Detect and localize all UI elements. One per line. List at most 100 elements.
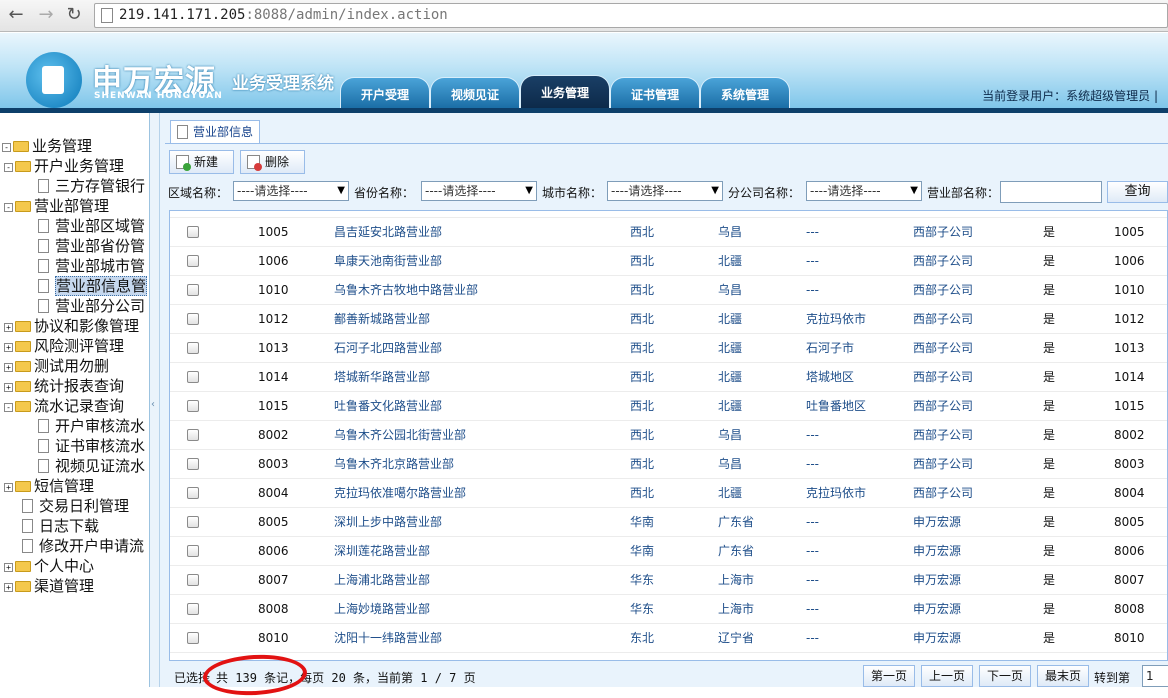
table-cell[interactable]: 北疆 — [718, 479, 742, 508]
table-cell[interactable]: --- — [806, 218, 819, 247]
reload-icon[interactable]: ↻ — [62, 4, 86, 28]
city-select[interactable]: ----请选择---- ▼ — [607, 181, 723, 201]
jump-page-input[interactable]: 1 — [1142, 665, 1168, 687]
table-cell[interactable]: 上海市 — [718, 595, 754, 624]
row-checkbox[interactable] — [187, 371, 199, 383]
table-cell[interactable]: 西北 — [630, 450, 654, 479]
table-cell[interactable]: 石河子北四路营业部 — [334, 334, 442, 363]
table-cell[interactable]: 石河子市 — [806, 334, 854, 363]
expand-icon[interactable]: + — [4, 343, 13, 352]
table-cell[interactable]: --- — [806, 276, 819, 305]
row-checkbox[interactable] — [187, 487, 199, 499]
sidebar-item[interactable]: 营业部省份管 — [38, 236, 145, 256]
table-cell[interactable]: 申万宏源 — [913, 508, 961, 537]
sidebar-item[interactable]: 日志下载 — [22, 516, 99, 536]
tab-certificate-management[interactable]: 证书管理 — [610, 77, 700, 108]
tab-open-account[interactable]: 开户受理 — [340, 77, 430, 108]
expand-icon[interactable]: + — [4, 563, 13, 572]
row-checkbox[interactable] — [187, 458, 199, 470]
table-cell[interactable]: 北疆 — [718, 247, 742, 276]
row-checkbox[interactable] — [187, 400, 199, 412]
table-cell[interactable]: 克拉玛依市 — [806, 305, 866, 334]
new-button[interactable]: 新建 — [169, 150, 234, 174]
table-cell[interactable]: 北疆 — [718, 363, 742, 392]
sidebar-item[interactable]: - 业务管理 — [2, 136, 92, 156]
table-cell[interactable]: 北疆 — [718, 392, 742, 421]
table-row[interactable]: 1005 昌吉延安北路营业部 西北 乌昌 --- 西部子公司 是 1005 — [170, 218, 1167, 247]
branch-company-select[interactable]: ----请选择---- ▼ — [806, 181, 922, 201]
table-cell[interactable]: 克拉玛依市 — [806, 479, 866, 508]
table-row[interactable]: 8007 上海浦北路营业部 华东 上海市 --- 申万宏源 是 8007 — [170, 566, 1167, 595]
table-row[interactable]: 1004 库尔勒塔里木南路营业部 西北 北疆 西部子公司 是 1004 — [170, 211, 1167, 218]
tab-system-management[interactable]: 系统管理 — [700, 77, 790, 108]
table-cell[interactable]: 西部子公司 — [913, 450, 973, 479]
row-checkbox[interactable] — [187, 545, 199, 557]
table-cell[interactable]: --- — [806, 624, 819, 653]
table-cell[interactable]: 华南 — [630, 508, 654, 537]
row-checkbox[interactable] — [187, 574, 199, 586]
row-checkbox[interactable] — [187, 632, 199, 644]
table-cell[interactable]: 华南 — [630, 537, 654, 566]
office-name-input[interactable] — [1000, 181, 1102, 203]
table-cell[interactable]: 塔城地区 — [806, 363, 854, 392]
table-cell[interactable]: 西北 — [630, 218, 654, 247]
sidebar-item[interactable]: - 营业部管理 — [4, 196, 109, 216]
table-cell[interactable]: 北疆 — [718, 305, 742, 334]
row-checkbox[interactable] — [187, 516, 199, 528]
sidebar-item[interactable]: 交易日利管理 — [22, 496, 129, 516]
collapse-icon[interactable]: - — [4, 163, 13, 172]
sidebar-item[interactable]: + 渠道管理 — [4, 576, 94, 596]
table-row[interactable]: 8006 深圳莲花路营业部 华南 广东省 --- 申万宏源 是 8006 — [170, 537, 1167, 566]
table-cell[interactable]: 西北 — [630, 305, 654, 334]
row-checkbox[interactable] — [187, 603, 199, 615]
table-cell[interactable]: 申万宏源 — [913, 537, 961, 566]
row-checkbox[interactable] — [187, 313, 199, 325]
sidebar-item[interactable]: 视频见证流水 — [38, 456, 145, 476]
tab-video-witness[interactable]: 视频见证 — [430, 77, 520, 108]
table-cell[interactable]: 乌昌 — [718, 218, 742, 247]
table-cell[interactable]: 申万宏源 — [913, 566, 961, 595]
table-cell[interactable]: 广东省 — [718, 508, 754, 537]
address-bar[interactable]: 219.141.171.205:8088/admin/index.action — [94, 3, 1168, 28]
table-cell[interactable]: --- — [806, 421, 819, 450]
sidebar-item[interactable]: 开户审核流水 — [38, 416, 145, 436]
search-button[interactable]: 查询 — [1107, 181, 1168, 203]
sidebar-item[interactable]: + 协议和影像管理 — [4, 316, 139, 336]
tab-office-info[interactable]: 营业部信息 — [170, 120, 261, 144]
table-row[interactable]: 8002 乌鲁木齐公园北街营业部 西北 乌昌 --- 西部子公司 是 8002 — [170, 421, 1167, 450]
collapse-icon[interactable]: - — [4, 203, 13, 212]
table-cell[interactable]: --- — [806, 450, 819, 479]
table-cell[interactable]: 广东省 — [718, 537, 754, 566]
table-cell[interactable]: 华东 — [630, 595, 654, 624]
region-select[interactable]: ----请选择---- ▼ — [233, 181, 349, 201]
table-cell[interactable]: 上海浦北路营业部 — [334, 566, 430, 595]
last-page-button[interactable]: 最末页 — [1037, 665, 1089, 687]
table-cell[interactable]: 上海妙境路营业部 — [334, 595, 430, 624]
table-cell[interactable]: 吐鲁番文化路营业部 — [334, 392, 442, 421]
sidebar-item[interactable]: + 统计报表查询 — [4, 376, 124, 396]
row-checkbox[interactable] — [187, 226, 199, 238]
row-checkbox[interactable] — [187, 429, 199, 441]
table-cell[interactable]: 华东 — [630, 566, 654, 595]
table-cell[interactable]: 西部子公司 — [913, 305, 973, 334]
table-cell[interactable]: 乌昌 — [718, 450, 742, 479]
table-cell[interactable]: 申万宏源 — [913, 595, 961, 624]
table-cell[interactable]: 东北 — [630, 624, 654, 653]
sidebar-item[interactable]: - 流水记录查询 — [4, 396, 124, 416]
row-checkbox[interactable] — [187, 342, 199, 354]
table-cell[interactable]: 西北 — [630, 421, 654, 450]
table-cell[interactable]: 鄯善新城路营业部 — [334, 305, 430, 334]
back-arrow-icon[interactable]: ← — [4, 4, 28, 28]
table-cell[interactable]: 西部子公司 — [913, 334, 973, 363]
table-cell[interactable]: 塔城新华路营业部 — [334, 363, 430, 392]
expand-icon[interactable]: + — [4, 483, 13, 492]
table-cell[interactable]: 西部子公司 — [913, 421, 973, 450]
sidebar-item[interactable]: 营业部城市管 — [38, 256, 145, 276]
table-cell[interactable]: 昌吉延安北路营业部 — [334, 218, 442, 247]
table-cell[interactable]: 库尔勒塔里木南路营业部 — [334, 211, 466, 218]
table-cell[interactable]: 西北 — [630, 392, 654, 421]
table-cell[interactable]: 北疆 — [718, 211, 742, 218]
table-cell[interactable]: 乌鲁木齐北京路营业部 — [334, 450, 454, 479]
sidebar-item[interactable]: 三方存管银行 — [38, 176, 145, 196]
sidebar-item[interactable]: 证书审核流水 — [38, 436, 145, 456]
